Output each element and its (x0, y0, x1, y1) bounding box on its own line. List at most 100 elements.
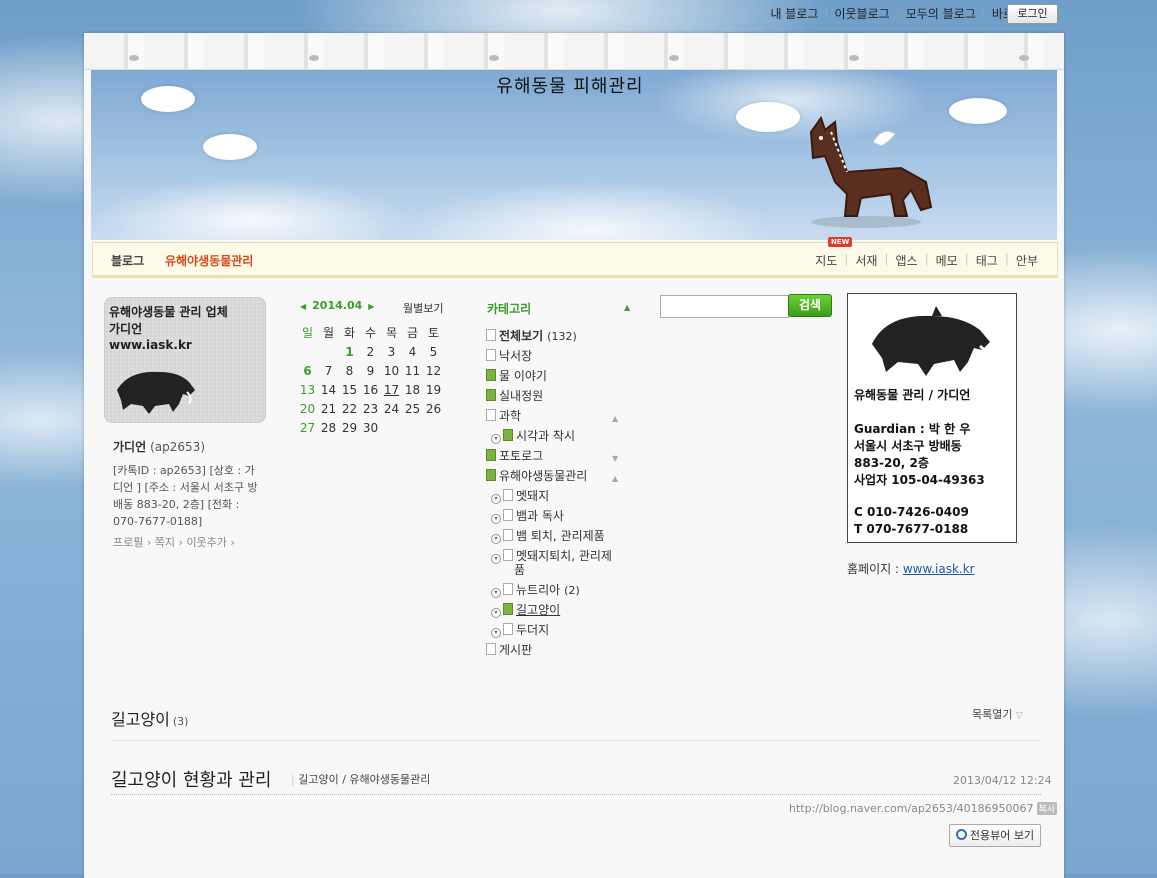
spiral-hole (1019, 55, 1029, 61)
collapse-icon[interactable]: ▲ (612, 471, 618, 487)
subcategory-icon: ▾ (491, 494, 501, 504)
calendar-day[interactable]: 1 (339, 342, 360, 361)
post-url-text[interactable]: http://blog.naver.com/ap2653/40186950067 (789, 802, 1034, 815)
collapse-icon[interactable]: ▲ (612, 411, 618, 427)
calendar-day: 3 (387, 344, 396, 359)
page-icon (503, 583, 513, 595)
category-subitem[interactable]: ▾ 멧돼지 (486, 488, 636, 508)
homepage-link[interactable]: www.iask.kr (903, 562, 975, 576)
subcategory-icon: ▾ (491, 534, 501, 544)
open-list-button[interactable]: 목록열기 ▽ (972, 706, 1023, 722)
calendar-day (381, 418, 402, 437)
category-subitem[interactable]: ▾ 뉴트리아 (2) (486, 582, 636, 602)
category-subitem[interactable]: ▾ 시각과 착시 (486, 428, 636, 448)
category-list: 전체보기 (132) 낙서장 물 이야기 실내정원 과학 ▲ ▾ 시각과 착시 포토로… (486, 328, 636, 662)
post-date: 2013/04/12 12:24 (953, 774, 1052, 787)
weekday-label: 월 (322, 326, 335, 340)
weekday-label: 수 (364, 326, 377, 340)
menu-memo[interactable]: 메모 (929, 252, 965, 269)
category-item[interactable]: 과학 ▲ (486, 408, 636, 428)
subcategory-icon: ▾ (491, 514, 501, 524)
menu-tags[interactable]: 태그 (969, 252, 1005, 269)
cloud-icon (949, 98, 1007, 124)
subcategory-icon: ▾ (491, 608, 501, 618)
open-list-label: 목록열기 (972, 708, 1013, 721)
category-subitem[interactable]: ▾ 뱀과 독사 (486, 508, 636, 528)
blog-title[interactable]: 유해동물 피해관리 (0, 72, 1140, 98)
widget-text: 서울시 서초구 방배동 (854, 439, 962, 453)
profile-image[interactable]: 유해야생동물 관리 업체 가디언 www.iask.kr (104, 297, 266, 423)
calendar-day: 29 (341, 420, 358, 435)
calendar-header: ◀ 2014.04 ▶ (300, 299, 374, 312)
next-month-icon[interactable]: ▶ (368, 302, 374, 311)
weekday-label: 목 (385, 326, 398, 340)
menu-guestbook[interactable]: 안부 (1009, 252, 1045, 269)
category-label: 품 (514, 563, 526, 577)
category-item[interactable]: 게시판 (486, 642, 636, 662)
calendar-day: 10 (383, 363, 400, 378)
notebook-spiral (84, 33, 1064, 70)
category-item[interactable]: 실내정원 (486, 388, 636, 408)
category-subitem-continued[interactable]: 품 (486, 562, 636, 582)
post-categories: | 길고양이 / 유해야생동물관리 (291, 771, 430, 787)
blog-home-link[interactable]: 블로그 (111, 252, 144, 269)
my-blog-link[interactable]: 내 블로그 (764, 5, 824, 22)
calendar-day: 11 (404, 363, 421, 378)
cloud-icon (203, 134, 257, 160)
calendar-day: 28 (320, 420, 337, 435)
calendar: 일 월 화 수 목 금 토 1 2 3 4 5 6 7 8 9 10 11 12… (297, 323, 444, 437)
message-link[interactable]: 쪽지 (155, 536, 175, 549)
category-subitem[interactable]: ▾ 뱀 퇴치, 관리제품 (486, 528, 636, 548)
category-subitem[interactable]: ▾ 멧돼지퇴치, 관리제 (486, 548, 636, 564)
category-label: 뉴트리아 (516, 583, 561, 597)
category-subitem[interactable]: ▾ 두더지 (486, 622, 636, 642)
calendar-day (297, 342, 318, 361)
prev-month-icon[interactable]: ◀ (300, 302, 306, 311)
search-input[interactable] (660, 295, 789, 318)
category-all[interactable]: 전체보기 (132) (486, 328, 636, 348)
everyone-blog-link[interactable]: 모두의 블로그 (900, 5, 982, 22)
category-item[interactable]: 포토로그 ▼ (486, 448, 636, 468)
business-card-widget[interactable]: 유해동물 관리 / 가디언 Guardian : 박 한 우 서울시 서초구 방… (847, 293, 1017, 543)
menu-library[interactable]: 서재 (848, 252, 884, 269)
post-category-path[interactable]: 길고양이 / 유해야생동물관리 (298, 773, 430, 786)
spiral-hole (129, 55, 139, 61)
post-title[interactable]: 길고양이 현황과 관리 (111, 766, 271, 792)
weekday-label: 일 (301, 326, 314, 340)
page-icon (503, 549, 513, 561)
category-label: 과학 (499, 409, 522, 423)
neighbor-blog-link[interactable]: 이웃블로그 (828, 5, 895, 22)
photo-page-icon (503, 429, 513, 441)
calendar-day: 18 (404, 382, 421, 397)
calendar-month: 2014.04 (312, 299, 363, 312)
profile-description: [카톡ID : ap2653] [상호 : 가디언 ] [주소 : 서울시 서초… (113, 464, 258, 528)
user-id: (ap2653) (150, 440, 205, 454)
expand-icon[interactable]: ▼ (612, 451, 618, 467)
login-button[interactable]: 로그인 (1007, 4, 1058, 24)
collapse-icon[interactable]: ▲ (624, 303, 630, 312)
category-subitem-selected[interactable]: ▾ 길고양이 (486, 602, 636, 622)
menu-apps[interactable]: 앱스 (888, 252, 924, 269)
horse-mascot-icon (809, 115, 933, 228)
menu-map[interactable]: 지도 (808, 252, 844, 269)
add-neighbor-link[interactable]: 이웃추가 (186, 536, 226, 549)
calendar-day: 23 (362, 401, 379, 416)
nickname: 가디언 (113, 440, 147, 454)
search-button[interactable]: 검색 (788, 294, 832, 317)
category-item[interactable]: 낙서장 (486, 348, 636, 368)
blog-name-link[interactable]: 유해야생동물관리 (165, 252, 253, 269)
profile-image-text: 유해야생동물 관리 업체 (109, 305, 228, 319)
calendar-day: 20 (299, 401, 316, 416)
subcategory-icon: ▾ (491, 628, 501, 638)
dedicated-viewer-button[interactable]: 전용뷰어 보기 (949, 824, 1041, 847)
widget-text: 883-20, 2층 (854, 456, 929, 470)
calendar-day-today[interactable]: 17 (381, 380, 402, 399)
copy-url-button[interactable]: 복사 (1036, 802, 1058, 815)
category-item[interactable]: 유해야생동물관리 ▲ (486, 468, 636, 488)
category-label: 길고양이 (516, 603, 561, 617)
profile-link[interactable]: 프로필 (113, 536, 143, 549)
category-item[interactable]: 물 이야기 (486, 368, 636, 388)
calendar-day[interactable]: 6 (297, 361, 318, 380)
monthly-view-link[interactable]: 월별보기 (403, 300, 443, 316)
calendar-day: 26 (425, 401, 442, 416)
